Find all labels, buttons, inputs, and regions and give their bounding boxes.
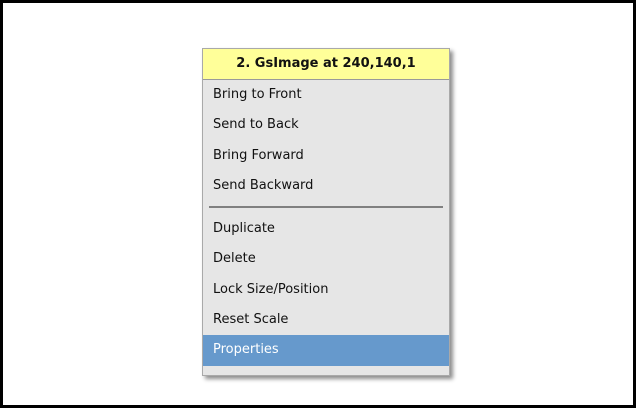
menu-separator	[209, 206, 443, 209]
menu-item-reset-scale[interactable]: Reset Scale	[203, 305, 449, 335]
menu-item-delete[interactable]: Delete	[203, 244, 449, 274]
context-menu: 2. GsImage at 240,140,1 Bring to Front S…	[202, 48, 450, 376]
menu-item-duplicate[interactable]: Duplicate	[203, 214, 449, 244]
menu-item-lock-size-position[interactable]: Lock Size/Position	[203, 275, 449, 305]
menu-item-bring-to-front[interactable]: Bring to Front	[203, 80, 449, 110]
menu-item-send-backward[interactable]: Send Backward	[203, 171, 449, 201]
menu-item-properties[interactable]: Properties	[203, 335, 449, 366]
menu-item-bring-forward[interactable]: Bring Forward	[203, 141, 449, 171]
menu-item-send-to-back[interactable]: Send to Back	[203, 110, 449, 140]
menu-header: 2. GsImage at 240,140,1	[203, 49, 449, 80]
screenshot-frame: 2. GsImage at 240,140,1 Bring to Front S…	[0, 0, 636, 408]
